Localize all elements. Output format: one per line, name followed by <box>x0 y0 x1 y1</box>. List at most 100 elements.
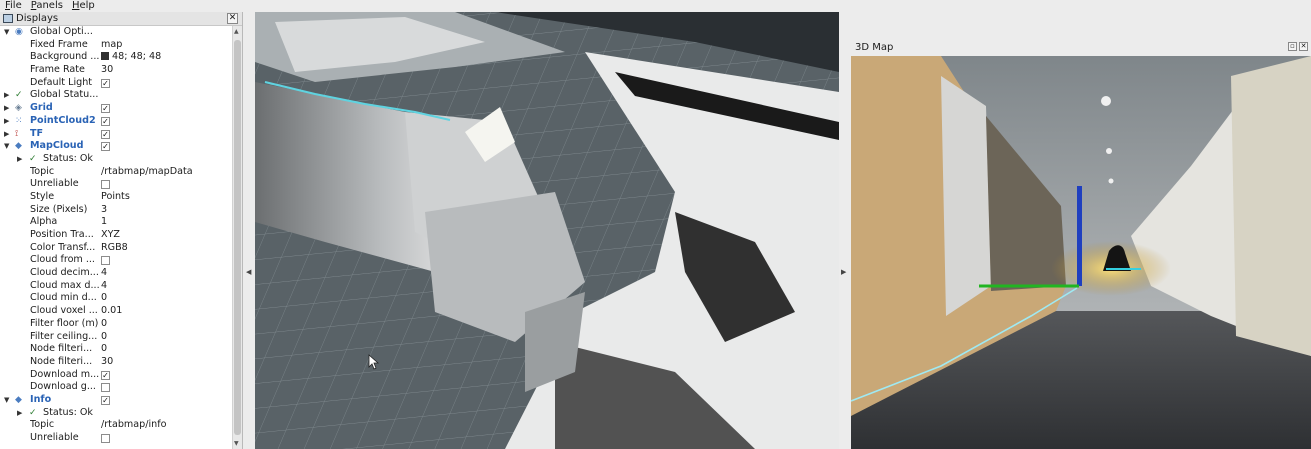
tree-row-mapcloud-status[interactable]: ▶ ✓ Status: Ok <box>0 153 232 166</box>
property-label: Position Tra... <box>30 229 94 240</box>
display-tf[interactable]: ▶ ⟟ TF ✓ <box>0 128 232 141</box>
tree-row-global-options[interactable]: ▼ ◉ Global Opti... <box>0 26 232 39</box>
property-value[interactable]: XYZ <box>101 229 120 242</box>
property-cloud-voxel[interactable]: Cloud voxel ... 0.01 <box>0 305 232 318</box>
menu-help[interactable]: Help <box>67 0 99 12</box>
property-value[interactable]: 0 <box>101 292 107 305</box>
property-node-filtering-angle[interactable]: Node filteri... 30 <box>0 356 232 369</box>
property-node-filtering-radius[interactable]: Node filteri... 0 <box>0 343 232 356</box>
displays-scrollbar[interactable]: ▲ ▼ <box>232 26 242 449</box>
property-background-color[interactable]: Background ... 48; 48; 48 <box>0 51 232 64</box>
property-value[interactable]: /rtabmap/info <box>101 419 166 432</box>
displays-tree: ▼ ◉ Global Opti... Fixed Frame map Backg… <box>0 26 232 449</box>
displays-panel: Displays ✕ ▼ ◉ Global Opti... Fixed Fram… <box>0 12 243 449</box>
displays-title: Displays <box>16 13 59 24</box>
float-icon[interactable]: ▫ <box>1288 42 1297 51</box>
property-label: Frame Rate <box>30 64 85 76</box>
checkbox[interactable] <box>101 434 110 443</box>
property-style[interactable]: Style Points <box>0 191 232 204</box>
display-label: MapCloud <box>30 140 84 152</box>
chevron-down-icon[interactable]: ▼ <box>4 26 9 39</box>
checkbox[interactable] <box>101 180 110 190</box>
property-value[interactable]: 48; 48; 48 <box>101 51 161 64</box>
scrollbar-thumb[interactable] <box>234 40 241 435</box>
menu-file[interactable]: File <box>0 0 26 12</box>
property-value[interactable]: 30 <box>101 64 113 77</box>
property-download-map[interactable]: Download m... ✓ <box>0 369 232 382</box>
property-topic[interactable]: Topic /rtabmap/mapData <box>0 166 232 179</box>
property-value[interactable]: map <box>101 39 122 52</box>
property-value[interactable]: 1 <box>101 216 107 229</box>
checkbox[interactable]: ✓ <box>101 370 110 380</box>
property-value[interactable]: 0 <box>101 343 107 356</box>
checkbox[interactable]: ✓ <box>101 395 110 405</box>
display-mapcloud[interactable]: ▼ ◆ MapCloud ✓ <box>0 140 232 153</box>
property-position-transformer[interactable]: Position Tra... XYZ <box>0 229 232 242</box>
chevron-right-icon[interactable]: ▶ <box>4 128 9 141</box>
left-splitter-handle[interactable]: ◀ <box>244 12 254 449</box>
property-default-light[interactable]: Default Light ✓ <box>0 77 232 90</box>
scroll-up-icon[interactable]: ▲ <box>234 28 239 35</box>
property-download-graph[interactable]: Download g... <box>0 381 232 394</box>
rviz-window: File Panels Help Displays ✕ ▼ ◉ Global O… <box>0 0 1311 449</box>
chevron-right-icon[interactable]: ▶ <box>4 115 9 128</box>
property-value[interactable]: 30 <box>101 356 113 369</box>
checkbox[interactable] <box>101 256 110 266</box>
display-grid[interactable]: ▶ ◈ Grid ✓ <box>0 102 232 115</box>
chevron-right-icon[interactable]: ▶ <box>4 89 9 102</box>
checkbox[interactable] <box>101 383 110 393</box>
property-value[interactable]: RGB8 <box>101 242 128 255</box>
property-alpha[interactable]: Alpha 1 <box>0 216 232 229</box>
property-value[interactable]: 0.01 <box>101 305 122 318</box>
property-label: Color Transf... <box>30 241 96 253</box>
chevron-down-icon[interactable]: ▼ <box>4 394 9 407</box>
property-frame-rate[interactable]: Frame Rate 30 <box>0 64 232 77</box>
property-cloud-min-depth[interactable]: Cloud min d... 0 <box>0 292 232 305</box>
close-icon[interactable]: ✕ <box>1299 42 1308 51</box>
tree-row-global-status[interactable]: ▶ ✓ Global Statu... <box>0 89 232 102</box>
property-filter-floor[interactable]: Filter floor (m) 0 <box>0 318 232 331</box>
property-value[interactable]: 0 <box>101 331 107 344</box>
chevron-right-icon[interactable]: ▶ <box>17 407 22 420</box>
chevron-down-icon[interactable]: ▼ <box>4 140 9 153</box>
property-color-transformer[interactable]: Color Transf... RGB8 <box>0 242 232 255</box>
display-pointcloud2[interactable]: ▶ ⁙ PointCloud2 ✓ <box>0 115 232 128</box>
menu-panels[interactable]: Panels <box>26 0 67 12</box>
property-value[interactable]: 3 <box>101 204 107 217</box>
property-value[interactable]: 4 <box>101 280 107 293</box>
property-label: Fixed Frame <box>30 38 88 50</box>
right-splitter-handle[interactable]: ▶ <box>839 12 849 449</box>
property-label: Cloud min d... <box>30 292 97 304</box>
property-fixed-frame[interactable]: Fixed Frame map <box>0 39 232 52</box>
map-3d-view[interactable] <box>851 56 1311 449</box>
chevron-right-icon[interactable]: ▶ <box>4 102 9 115</box>
property-value[interactable]: Points <box>101 191 130 204</box>
property-cloud-from[interactable]: Cloud from ... <box>0 254 232 267</box>
property-value[interactable]: 4 <box>101 267 107 280</box>
checkbox[interactable]: ✓ <box>101 142 110 152</box>
property-label: Unreliable <box>30 432 79 443</box>
property-info-unreliable[interactable]: Unreliable <box>0 432 232 445</box>
display-label: TF <box>30 127 44 139</box>
close-icon[interactable]: ✕ <box>227 13 238 24</box>
scroll-down-icon[interactable]: ▼ <box>234 440 239 447</box>
property-label: Download g... <box>30 381 96 393</box>
checkbox[interactable]: ✓ <box>101 78 110 88</box>
property-filter-ceiling[interactable]: Filter ceiling... 0 <box>0 331 232 344</box>
chevron-right-icon[interactable]: ▶ <box>17 153 22 166</box>
checkbox[interactable]: ✓ <box>101 104 110 114</box>
property-unreliable[interactable]: Unreliable <box>0 178 232 191</box>
display-info[interactable]: ▼ ◆ Info ✓ <box>0 394 232 407</box>
checkbox[interactable]: ✓ <box>101 129 110 139</box>
collapse-right-icon[interactable]: ▶ <box>841 268 846 276</box>
property-size-pixels[interactable]: Size (Pixels) 3 <box>0 204 232 217</box>
property-value[interactable]: 0 <box>101 318 107 331</box>
checkbox[interactable]: ✓ <box>101 116 110 126</box>
render-viewport[interactable] <box>255 12 839 449</box>
property-cloud-decimation[interactable]: Cloud decim... 4 <box>0 267 232 280</box>
property-info-topic[interactable]: Topic /rtabmap/info <box>0 419 232 432</box>
property-value[interactable]: /rtabmap/mapData <box>101 166 193 179</box>
property-cloud-max-depth[interactable]: Cloud max d... 4 <box>0 280 232 293</box>
collapse-left-icon[interactable]: ◀ <box>246 268 251 276</box>
tree-row-info-status[interactable]: ▶ ✓ Status: Ok <box>0 407 232 420</box>
